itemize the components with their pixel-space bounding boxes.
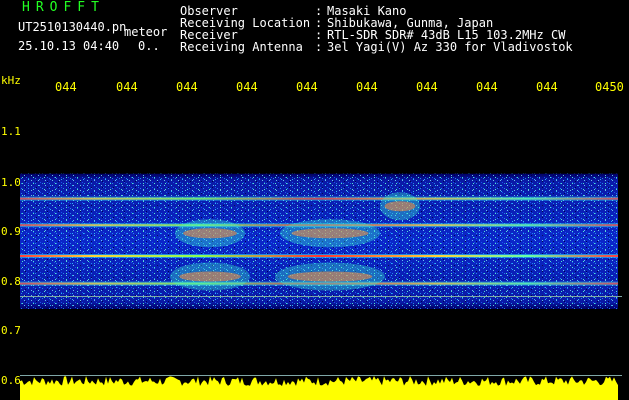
time-tick-label: 044 xyxy=(55,80,77,94)
time-tick-label: 044 xyxy=(296,80,318,94)
date-time: 25.10.13 04:40 xyxy=(18,39,120,53)
meteor-echo-core xyxy=(291,228,369,239)
meteor-echo-core xyxy=(183,228,237,239)
amplitude-trace xyxy=(20,376,618,400)
freq-tick-label: 1.0 xyxy=(1,176,21,189)
time-tick-label: 0450 xyxy=(595,80,624,94)
meteor-echo-core xyxy=(384,201,416,212)
time-tick-label: 044 xyxy=(356,80,378,94)
amplitude-baseline xyxy=(20,375,622,376)
meteor-echo-core xyxy=(287,271,373,282)
time-tick-label: 044 xyxy=(536,80,558,94)
time-tick-label: 044 xyxy=(176,80,198,94)
meteor-echo-core xyxy=(179,271,241,282)
antenna-key: Receiving Antenna xyxy=(180,40,303,54)
app-title: HROFFT xyxy=(22,0,105,15)
time-tick-label: 044 xyxy=(476,80,498,94)
frame-count: 0.. xyxy=(138,39,160,53)
frequency-unit-label: kHz xyxy=(1,74,21,87)
freq-tick-label: 0.6 xyxy=(1,374,21,387)
carrier-line xyxy=(20,197,618,200)
time-tick-label: 044 xyxy=(416,80,438,94)
carrier-line xyxy=(20,254,618,257)
mode-label: meteor xyxy=(124,25,168,39)
antenna-value: 3el Yagi(V) Az 330 for Vladivostok xyxy=(327,40,573,54)
time-tick-label: 044 xyxy=(236,80,258,94)
time-tick-label: 044 xyxy=(116,80,138,94)
freq-tick-label: 0.8 xyxy=(1,275,21,288)
file-name: UT2510130440.pn xyxy=(18,20,127,34)
antenna-colon: : xyxy=(315,40,323,54)
hrofft-window: HROFFT UT2510130440.pn meteor 25.10.13 0… xyxy=(0,0,629,400)
amplitude-strip xyxy=(20,376,618,400)
spectrogram-plot xyxy=(20,97,622,400)
band-bottom-edge xyxy=(20,296,622,297)
freq-tick-label: 1.1 xyxy=(1,125,21,138)
freq-tick-label: 0.7 xyxy=(1,324,21,337)
freq-tick-label: 0.9 xyxy=(1,225,21,238)
